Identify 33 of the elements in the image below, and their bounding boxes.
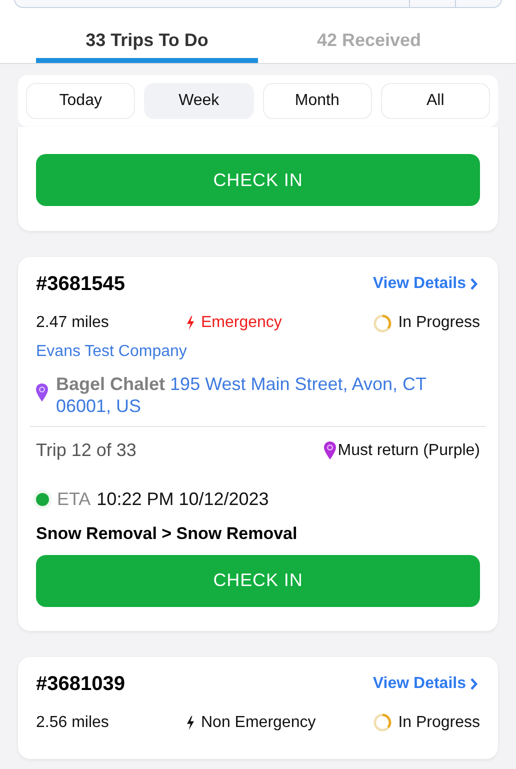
- view-details-link[interactable]: View Details: [372, 272, 478, 296]
- trip-count: Trip 12 of 33: [36, 439, 136, 462]
- chevron-right-icon: [470, 278, 478, 290]
- priority-label: Non Emergency: [201, 712, 316, 732]
- status-label: In Progress: [398, 712, 480, 732]
- check-in-button[interactable]: CHECK IN: [36, 554, 480, 606]
- return-note: Must return (Purple): [338, 440, 480, 460]
- status-label: In Progress: [398, 313, 480, 333]
- trip-number: #3681545: [36, 272, 125, 297]
- filter-button[interactable]: Month: [262, 83, 372, 119]
- check-in-button[interactable]: CHECK IN: [36, 154, 480, 206]
- view-details-link[interactable]: View Details: [372, 672, 478, 696]
- site-address: Bagel Chalet 195 West Main Street, Avon, CT 06001, US: [56, 373, 428, 417]
- filter-button[interactable]: Today: [26, 83, 136, 119]
- priority-label: Emergency: [201, 313, 282, 333]
- trip-number: #3681039: [36, 672, 125, 696]
- eta-label: ETA: [57, 488, 91, 511]
- progress-ring-icon: [373, 314, 392, 332]
- filter-button[interactable]: Week: [144, 83, 254, 119]
- location-pin-icon: [36, 383, 48, 402]
- lightning-icon: [186, 316, 195, 330]
- progress-ring-icon: [373, 713, 392, 732]
- filter-button[interactable]: All: [380, 83, 490, 119]
- tab[interactable]: 33 Trips To Do: [36, 23, 258, 63]
- lightning-icon: [186, 716, 195, 730]
- pin-icon: [324, 441, 336, 460]
- chevron-right-icon: [470, 678, 478, 690]
- tab[interactable]: 42 Received: [258, 23, 480, 63]
- distance: 2.56 miles: [36, 712, 110, 732]
- distance: 2.47 miles: [36, 313, 110, 333]
- eta-time: 10:22 PM 10/12/2023: [96, 488, 269, 511]
- company-link[interactable]: Evans Test Company: [36, 340, 480, 364]
- service-type: Snow Removal > Snow Removal: [36, 523, 298, 545]
